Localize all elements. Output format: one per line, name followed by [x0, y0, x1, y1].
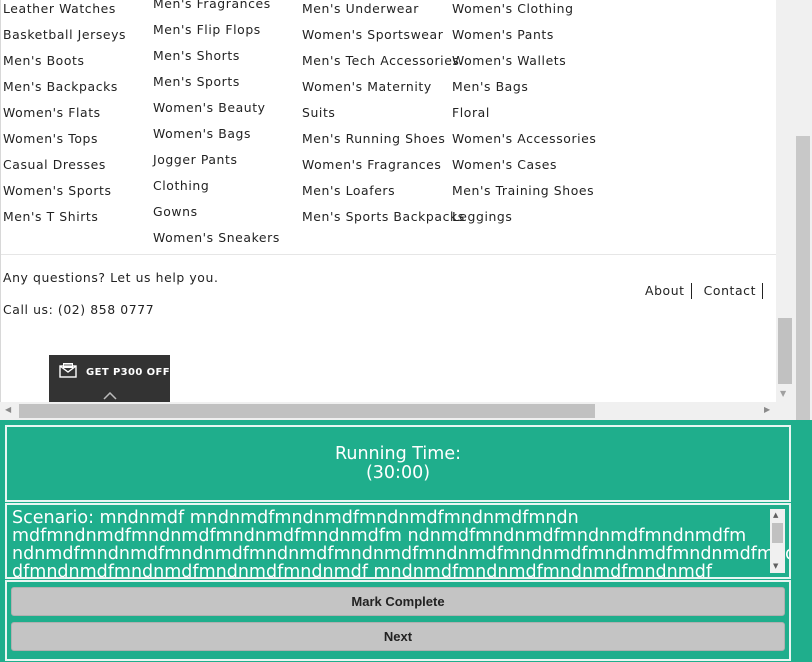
category-link[interactable]: Women's Bags — [153, 121, 280, 147]
page-vertical-scrollbar[interactable]: ▼ — [776, 0, 794, 402]
scroll-up-arrow-icon[interactable]: ▲ — [773, 511, 778, 519]
scroll-right-arrow-icon[interactable]: ▶ — [764, 405, 770, 414]
outer-vertical-scrollbar[interactable] — [794, 0, 812, 420]
help-text: Any questions? Let us help you. — [3, 270, 219, 285]
category-link[interactable]: Men's Backpacks — [3, 74, 126, 100]
page-horizontal-scrollbar[interactable]: ◀ ▶ — [0, 402, 776, 420]
category-column-2: Men's Fragrances Men's Flip Flops Men's Sh… — [153, 0, 280, 251]
scroll-left-arrow-icon[interactable]: ◀ — [5, 405, 11, 414]
category-link[interactable]: Women's Beauty — [153, 95, 280, 121]
horizontal-scroll-thumb[interactable] — [19, 404, 595, 418]
category-link[interactable]: Women's Cases — [452, 152, 596, 178]
category-link[interactable]: Men's Bags — [452, 74, 596, 100]
running-time-box: Running Time: (30:00) — [5, 425, 791, 502]
scenario-scroll-thumb[interactable] — [772, 523, 783, 543]
scroll-down-arrow-icon[interactable]: ▼ — [773, 562, 778, 570]
scenario-scrollbar[interactable]: ▲ ▼ — [770, 509, 785, 573]
category-link[interactable]: Men's Training Shoes — [452, 178, 596, 204]
category-link[interactable]: Women's Maternity — [302, 74, 465, 100]
category-link[interactable]: Leather Watches — [3, 0, 126, 22]
scroll-down-arrow-icon[interactable]: ▼ — [780, 389, 786, 398]
page-scroll-thumb[interactable] — [778, 318, 792, 384]
envelope-icon — [59, 362, 77, 382]
promo-label: GET P300 OFF — [86, 366, 170, 378]
scenario-box[interactable]: Scenario: mndnmdf mndnmdfmndnmdfmndnmdfm… — [5, 503, 791, 579]
task-panel: Running Time: (30:00) Scenario: mndnmdf … — [0, 420, 812, 662]
web-page-viewport: Leather Watches Basketball Jerseys Men's B… — [0, 0, 812, 420]
contact-link[interactable]: Contact — [700, 283, 764, 299]
category-link[interactable]: Women's Pants — [452, 22, 596, 48]
promo-header[interactable]: GET P300 OFF — [49, 355, 170, 389]
next-button[interactable]: Next — [11, 622, 785, 651]
running-time-label: Running Time: — [335, 443, 461, 464]
category-link[interactable]: Women's Sneakers — [153, 225, 280, 251]
category-link[interactable]: Suits — [302, 100, 465, 126]
scenario-text: Scenario: mndnmdf mndnmdfmndnmdfmndnmdfm… — [12, 508, 791, 579]
category-link[interactable]: Men's Flip Flops — [153, 17, 280, 43]
category-link[interactable]: Women's Fragrances — [302, 152, 465, 178]
category-link[interactable]: Women's Accessories — [452, 126, 596, 152]
category-link[interactable]: Jogger Pants — [153, 147, 280, 173]
category-link[interactable]: Basketball Jerseys — [3, 22, 126, 48]
category-link[interactable]: Men's Shorts — [153, 43, 280, 69]
about-link[interactable]: About — [641, 283, 692, 299]
promo-banner[interactable]: GET P300 OFF — [49, 355, 170, 402]
category-column-3: Men's Underwear Women's Sportswear Men's T… — [302, 0, 465, 230]
category-column-1: Leather Watches Basketball Jerseys Men's B… — [3, 0, 126, 230]
category-link[interactable]: Men's T Shirts — [3, 204, 126, 230]
category-link[interactable]: Clothing — [153, 173, 280, 199]
category-link[interactable]: Women's Sportswear — [302, 22, 465, 48]
web-page-content: Leather Watches Basketball Jerseys Men's B… — [0, 0, 776, 402]
category-link[interactable]: Men's Sports — [153, 69, 280, 95]
category-link[interactable]: Men's Underwear — [302, 0, 465, 22]
mark-complete-button[interactable]: Mark Complete — [11, 587, 785, 616]
category-link[interactable]: Men's Sports Backpacks — [302, 204, 465, 230]
phone-text: Call us: (02) 858 0777 — [3, 302, 155, 317]
category-link[interactable]: Casual Dresses — [3, 152, 126, 178]
category-link[interactable]: Gowns — [153, 199, 280, 225]
footer-links: About Contact — [641, 283, 771, 299]
category-link[interactable]: Men's Loafers — [302, 178, 465, 204]
running-time-value: (30:00) — [365, 462, 431, 483]
category-link[interactable]: Women's Tops — [3, 126, 126, 152]
category-link[interactable]: Leggings — [452, 204, 596, 230]
category-link[interactable]: Women's Flats — [3, 100, 126, 126]
chevron-up-icon[interactable] — [49, 389, 170, 402]
category-link[interactable]: Floral — [452, 100, 596, 126]
action-buttons-box: Mark Complete Next — [5, 580, 791, 661]
category-link[interactable]: Men's Running Shoes — [302, 126, 465, 152]
footer-divider — [1, 254, 776, 255]
category-link[interactable]: Men's Tech Accessories — [302, 48, 465, 74]
category-link[interactable]: Women's Sports — [3, 178, 126, 204]
category-column-4: Women's Clothing Women's Pants Women's Wal… — [452, 0, 596, 230]
category-link[interactable]: Men's Boots — [3, 48, 126, 74]
category-link[interactable]: Women's Wallets — [452, 48, 596, 74]
outer-scroll-thumb[interactable] — [796, 136, 810, 420]
category-link[interactable]: Men's Fragrances — [153, 0, 280, 17]
scrollbar-corner — [776, 402, 794, 420]
category-link[interactable]: Women's Clothing — [452, 0, 596, 22]
